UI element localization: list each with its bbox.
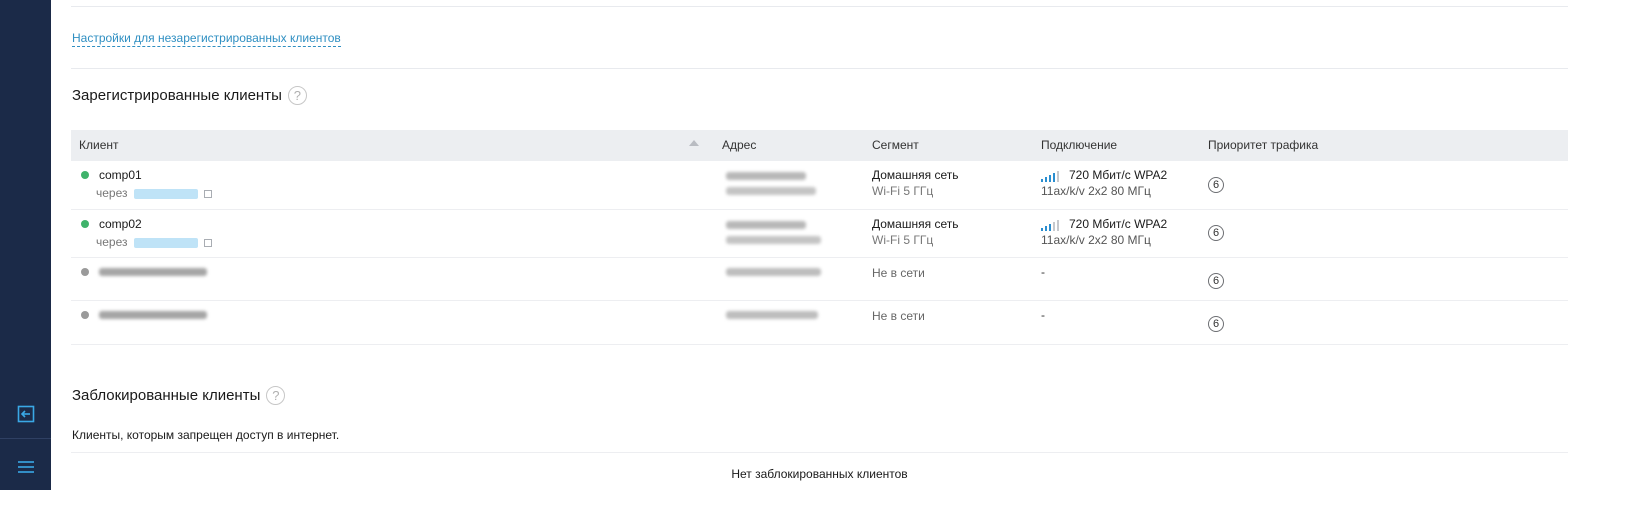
unregistered-settings-link[interactable]: Настройки для незарегистрированных клиен… [72,31,341,47]
signal-strength-icon [1041,171,1061,182]
table-row[interactable]: Не в сети - 6 [71,301,1568,344]
connection-speed: 720 Мбит/с WPA2 [1041,217,1167,231]
registered-clients-title: Зарегистрированные клиенты [72,87,282,104]
divider [71,68,1568,69]
status-offline-dot [81,268,89,276]
connection-empty: - [1041,265,1045,279]
connection-mode: 11ax/k/v 2x2 80 МГц [1041,233,1151,247]
help-icon[interactable]: ? [287,86,307,105]
sort-asc-icon[interactable] [689,140,699,146]
signal-strength-icon [1041,220,1061,231]
redacted-client-name [99,268,207,276]
segment-status: Не в сети [872,266,925,280]
main-content: Настройки для незарегистрированных клиен… [51,0,1568,490]
column-client[interactable]: Клиент [79,138,119,152]
via-label: через [96,186,128,200]
table-row[interactable]: comp02 через Домашняя сеть Wi-Fi 5 ГГц 7… [71,210,1568,257]
column-traffic-priority[interactable]: Приоритет трафика [1208,138,1318,152]
client-via: через [96,235,212,249]
column-connection[interactable]: Подключение [1041,138,1117,152]
divider [71,6,1568,7]
speed-text: 720 Мбит/с WPA2 [1069,168,1168,182]
segment-name: Домашняя сеть [872,217,959,231]
redacted-ip [726,268,821,276]
status-online-dot [81,171,89,179]
client-name[interactable]: comp01 [99,168,142,182]
menu-icon [17,461,34,473]
table-row[interactable]: comp01 через Домашняя сеть Wi-Fi 5 ГГц 7… [71,161,1568,209]
priority-badge[interactable]: 6 [1208,273,1224,289]
connection-speed: 720 Мбит/с WPA2 [1041,168,1167,182]
redacted-access-point [133,188,198,199]
priority-badge[interactable]: 6 [1208,177,1224,193]
status-online-dot [81,220,89,228]
registered-clients-heading: Зарегистрированные клиенты ? [72,86,307,105]
redacted-client-name [99,311,207,319]
blocked-clients-heading: Заблокированные клиенты ? [72,386,286,405]
column-segment[interactable]: Сегмент [872,138,919,152]
column-address[interactable]: Адрес [722,138,756,152]
menu-button[interactable] [0,455,51,479]
redacted-access-point [133,237,198,248]
blocked-clients-title: Заблокированные клиенты [72,387,261,404]
status-offline-dot [81,311,89,319]
blocked-clients-empty: Нет заблокированных клиентов [731,467,908,481]
redacted-ip [726,311,818,319]
external-link-icon[interactable] [203,189,212,198]
sidebar [0,0,51,490]
sidebar-divider [0,438,51,439]
row-divider [71,344,1568,345]
priority-badge[interactable]: 6 [1208,225,1224,241]
redacted-mac [726,236,821,244]
redacted-ip [726,172,806,180]
blocked-clients-description: Клиенты, которым запрещен доступ в интер… [72,428,340,442]
segment-band: Wi-Fi 5 ГГц [872,184,934,198]
logout-icon [17,405,34,423]
segment-band: Wi-Fi 5 ГГц [872,233,934,247]
client-name[interactable]: comp02 [99,217,142,231]
redacted-mac [726,187,816,195]
speed-text: 720 Мбит/с WPA2 [1069,217,1168,231]
connection-empty: - [1041,308,1045,322]
client-via: через [96,186,212,200]
priority-badge[interactable]: 6 [1208,316,1224,332]
segment-status: Не в сети [872,309,925,323]
clients-table-header: Клиент Адрес Сегмент Подключение Приорит… [71,130,1568,161]
help-icon[interactable]: ? [266,386,286,405]
connection-mode: 11ax/k/v 2x2 80 МГц [1041,184,1151,198]
divider [71,452,1568,453]
logout-button[interactable] [0,400,51,428]
external-link-icon[interactable] [203,238,212,247]
table-row[interactable]: Не в сети - 6 [71,258,1568,301]
redacted-ip [726,221,806,229]
via-label: через [96,235,128,249]
segment-name: Домашняя сеть [872,168,959,182]
